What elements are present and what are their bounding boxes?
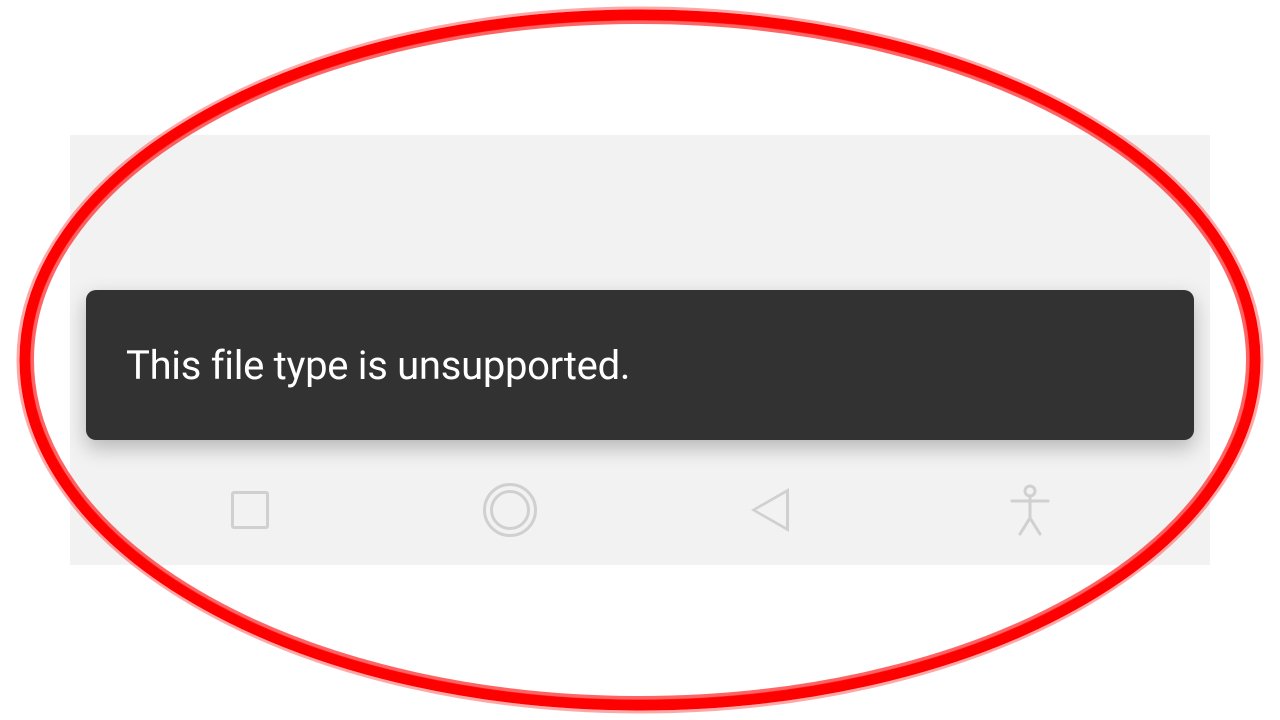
triangle-left-icon bbox=[751, 488, 789, 532]
toast-text: This file type is unsupported. bbox=[126, 342, 630, 389]
toast-snackbar: This file type is unsupported. bbox=[86, 290, 1194, 440]
home-button[interactable] bbox=[480, 480, 540, 540]
circle-icon bbox=[483, 483, 537, 537]
back-button[interactable] bbox=[740, 480, 800, 540]
recent-apps-button[interactable] bbox=[220, 480, 280, 540]
accessibility-button[interactable] bbox=[1000, 480, 1060, 540]
square-icon bbox=[231, 491, 269, 529]
android-nav-bar bbox=[70, 460, 1210, 560]
accessibility-icon bbox=[1008, 484, 1052, 536]
screen-panel: This file type is unsupported. bbox=[70, 135, 1210, 565]
